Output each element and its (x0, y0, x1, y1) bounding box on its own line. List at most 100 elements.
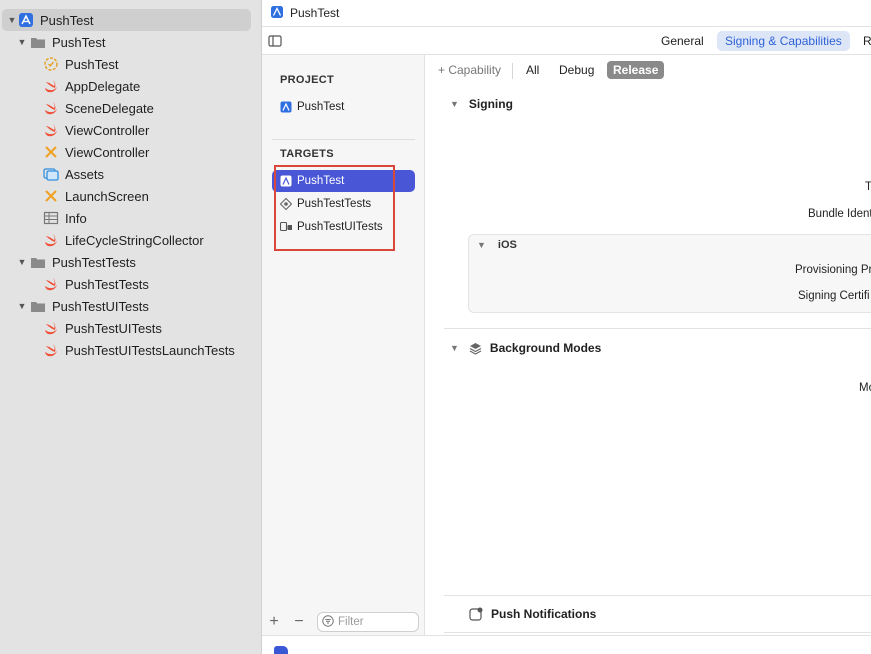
nav-item-label: PushTest (40, 12, 94, 28)
editor-tab-bar: General Signing & Capabilities Re (262, 27, 871, 55)
capabilities-editor: + Capability All Debug Release ▼ Signing… (426, 55, 871, 635)
project-item-label: PushTest (297, 101, 345, 113)
filter-icon (322, 614, 334, 630)
nav-item-file[interactable]: LaunchScreen (0, 185, 149, 207)
nav-item-project[interactable]: ▼ PushTest (2, 9, 251, 31)
capabilities-toolbar: + Capability All Debug Release (426, 55, 871, 85)
bundle-identifier-label: Bundle Ident (808, 208, 871, 220)
add-capability-button[interactable]: + Capability (432, 61, 507, 79)
targets-panel: PROJECT PushTest TARGETS PushTest PushTe… (262, 55, 425, 635)
nav-item-label: PushTestTests (52, 254, 136, 270)
nav-item-file[interactable]: ViewController (0, 141, 149, 163)
storyboard-icon (43, 144, 59, 160)
background-modes-header[interactable]: ▼ Background Modes (450, 341, 601, 355)
add-target-button[interactable]: + (264, 613, 284, 631)
nav-item-label: PushTestUITestsLaunchTests (65, 342, 235, 358)
nav-item-file[interactable]: PushTestUITests (0, 317, 162, 339)
nav-item-label: PushTest (65, 56, 119, 72)
chevron-down-icon[interactable]: ▼ (450, 343, 459, 353)
nav-item-label: LifeCycleStringCollector (65, 232, 204, 248)
nav-item-label: Assets (65, 166, 105, 182)
push-notifications-header[interactable]: Push Notifications (469, 607, 596, 621)
filter-release-button[interactable]: Release (607, 61, 665, 79)
chevron-down-icon[interactable]: ▼ (16, 256, 28, 268)
chevron-down-icon[interactable]: ▼ (16, 300, 28, 312)
editor-title: PushTest (290, 6, 340, 20)
push-notifications-title: Push Notifications (491, 607, 597, 621)
swift-file-icon (43, 78, 59, 94)
nav-item-label: ViewController (65, 122, 150, 138)
signing-certificate-label: Signing Certifi (798, 290, 870, 302)
chevron-down-icon[interactable]: ▼ (477, 240, 486, 250)
project-navigator: ▼ PushTest ▼ PushTest PushTest AppDelega… (0, 0, 262, 654)
xcode-project-icon (270, 5, 284, 22)
tab-general[interactable]: General (653, 31, 712, 51)
nav-item-folder[interactable]: ▼ PushTest (0, 31, 106, 53)
swift-file-icon (43, 100, 59, 116)
signing-section-title: Signing (468, 97, 513, 111)
targets-footer: + − Filter (262, 608, 425, 635)
nav-item-file[interactable]: AppDelegate (0, 75, 140, 97)
nav-item-file[interactable]: Assets (0, 163, 104, 185)
status-indicator-icon (274, 646, 288, 654)
nav-item-label: Info (65, 210, 87, 226)
ios-signing-group: ▼ iOS Provisioning Pr Signing Certifi (468, 234, 871, 313)
filter-field[interactable]: Filter (317, 612, 419, 632)
filter-debug-button[interactable]: Debug (553, 61, 600, 79)
nav-item-label: SceneDelegate (65, 100, 154, 116)
team-label: T (865, 181, 871, 193)
divider (272, 139, 415, 140)
tab-signing-capabilities[interactable]: Signing & Capabilities (717, 31, 850, 51)
filter-all-button[interactable]: All (520, 61, 545, 79)
nav-item-label: PushTestUITests (52, 298, 149, 314)
modes-label: Mo (859, 382, 871, 394)
swift-file-icon (43, 122, 59, 138)
folder-icon (30, 298, 46, 314)
nav-item-file[interactable]: LifeCycleStringCollector (0, 229, 204, 251)
chevron-down-icon[interactable]: ▼ (6, 14, 18, 26)
project-item[interactable]: PushTest (272, 96, 415, 118)
xcode-project-icon (18, 12, 34, 28)
remove-target-button[interactable]: − (289, 613, 309, 631)
push-notification-icon (469, 607, 483, 621)
nav-item-label: ViewController (65, 144, 150, 160)
project-section-header: PROJECT (280, 74, 335, 86)
filter-placeholder: Filter (338, 616, 364, 628)
tab-resource-tags[interactable]: Re (855, 31, 871, 51)
editor-title-bar: PushTest (262, 0, 871, 27)
background-modes-title: Background Modes (489, 341, 602, 355)
highlight-annotation-box (274, 165, 395, 251)
ios-group-title: iOS (497, 239, 517, 251)
swift-file-icon (43, 232, 59, 248)
provisioning-profile-label: Provisioning Pr (795, 264, 871, 276)
entitlements-seal-icon (43, 56, 59, 72)
divider (512, 63, 513, 79)
plist-table-icon (43, 210, 59, 226)
nav-item-label: PushTestUITests (65, 320, 162, 336)
asset-catalog-icon (43, 166, 59, 182)
sidebar-toggle-icon[interactable] (268, 34, 282, 51)
folder-icon (30, 254, 46, 270)
nav-item-label: LaunchScreen (65, 188, 149, 204)
chevron-down-icon[interactable]: ▼ (450, 99, 459, 109)
nav-item-label: PushTest (52, 34, 106, 50)
layers-icon (469, 342, 482, 355)
swift-file-icon (43, 342, 59, 358)
status-bar (262, 635, 871, 654)
nav-item-file[interactable]: PushTestUITestsLaunchTests (0, 339, 235, 361)
nav-item-file[interactable]: SceneDelegate (0, 97, 154, 119)
nav-item-label: AppDelegate (65, 78, 141, 94)
signing-section-header[interactable]: ▼ Signing (450, 97, 513, 111)
ios-group-header[interactable]: ▼ iOS (477, 239, 517, 251)
divider (444, 595, 871, 596)
xcode-project-icon (280, 101, 292, 113)
nav-item-file[interactable]: PushTest (0, 53, 118, 75)
nav-item-folder[interactable]: ▼ PushTestUITests (0, 295, 149, 317)
nav-item-label: PushTestTests (65, 276, 149, 292)
nav-item-file[interactable]: Info (0, 207, 87, 229)
nav-item-folder[interactable]: ▼ PushTestTests (0, 251, 136, 273)
swift-file-icon (43, 320, 59, 336)
nav-item-file[interactable]: ViewController (0, 119, 149, 141)
chevron-down-icon[interactable]: ▼ (16, 36, 28, 48)
nav-item-file[interactable]: PushTestTests (0, 273, 149, 295)
